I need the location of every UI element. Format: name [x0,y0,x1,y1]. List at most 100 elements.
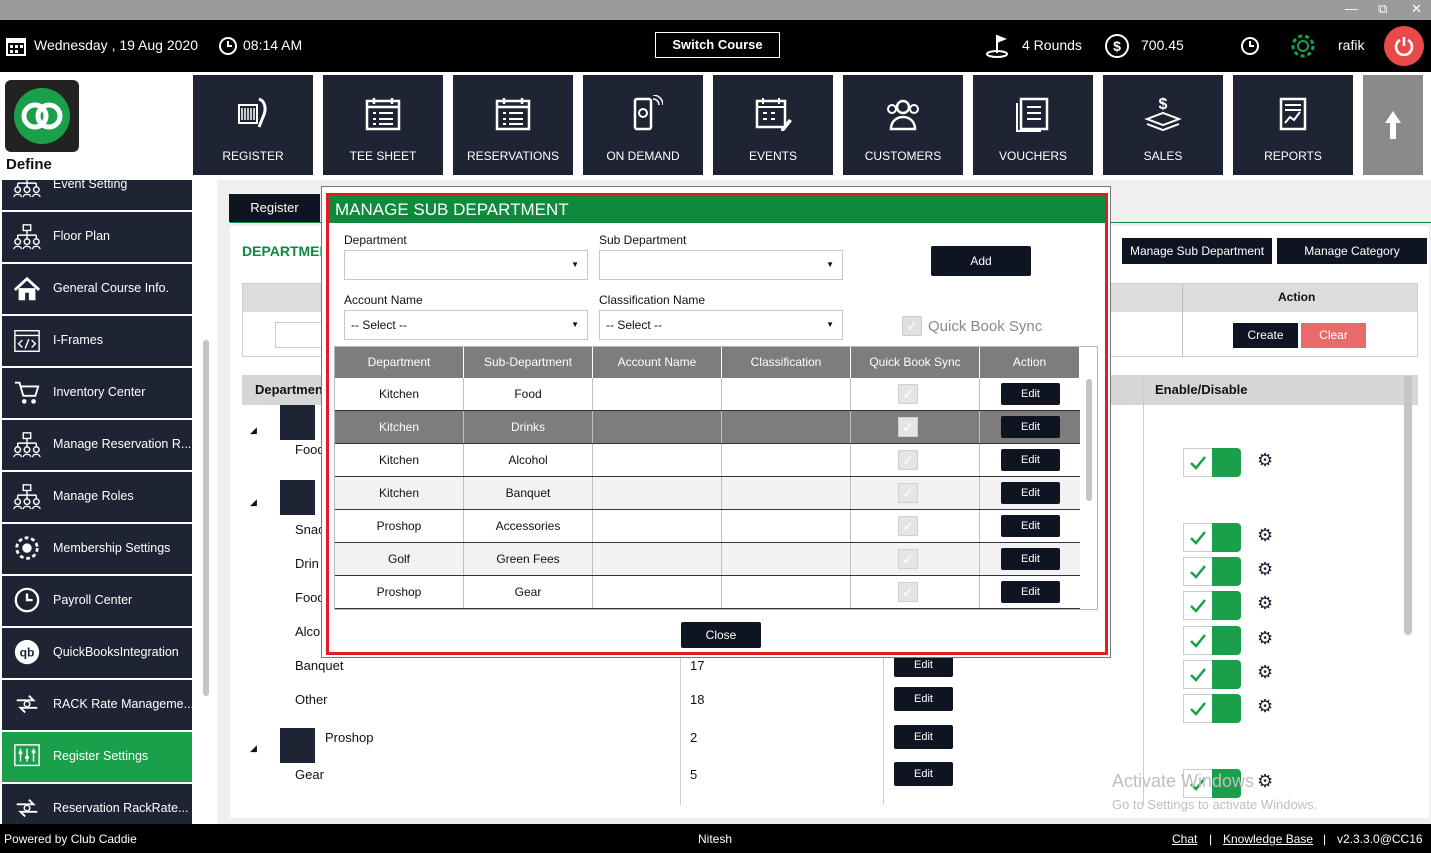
sync-checkbox[interactable]: ✓ [898,582,918,602]
edit-button[interactable]: Edit [1001,581,1060,603]
enable-toggle[interactable] [1183,523,1241,552]
nav-sales-button[interactable]: $ SALES [1103,75,1223,175]
expand-arrow-icon[interactable]: ◢ [250,743,257,754]
enable-toggle[interactable] [1183,557,1241,586]
sidebar-item-floor-plan[interactable]: Floor Plan [2,212,192,262]
sync-checkbox[interactable]: ✓ [898,384,918,404]
close-button[interactable]: Close [681,622,761,648]
minimize-button[interactable]: — [1345,1,1358,16]
dept-edit-button[interactable]: Edit [894,687,953,711]
edit-button[interactable]: Edit [1001,383,1060,405]
sync-checkbox[interactable]: ✓ [898,417,918,437]
department-select[interactable]: ▼ [344,250,588,280]
cell-dept: Kitchen [335,477,464,509]
edit-button[interactable]: Edit [1001,416,1060,438]
table-row[interactable]: Proshop Gear ✓ Edit [335,576,1080,609]
gear-icon[interactable]: ⚙ [1257,771,1273,792]
nav-events-button[interactable]: EVENTS [713,75,833,175]
nav-register-button[interactable]: REGISTER [193,75,313,175]
expand-arrow-icon[interactable]: ◢ [250,425,257,436]
manage-category-button[interactable]: Manage Category [1277,238,1427,264]
nav-tee-sheet-button[interactable]: TEE SHEET [323,75,443,175]
gear-icon[interactable]: ⚙ [1257,593,1273,614]
enable-toggle[interactable] [1183,660,1241,689]
table-scrollbar[interactable] [1404,375,1412,635]
quick-book-sync-checkbox[interactable]: ✓ [902,316,922,336]
sync-checkbox[interactable]: ✓ [898,516,918,536]
restore-button[interactable]: ⧉ [1378,1,1387,17]
name-input[interactable] [275,322,325,348]
sidebar-item-manage-reservation-r[interactable]: Manage Reservation R... [2,420,192,470]
modal-table-scrollbar[interactable] [1086,379,1092,501]
enable-toggle[interactable] [1183,626,1241,655]
chat-link[interactable]: Chat [1172,832,1197,846]
sidebar-item-i-frames[interactable]: I-Frames [2,316,192,366]
nav-customers-button[interactable]: CUSTOMERS [843,75,963,175]
sidebar-item-event-setting[interactable]: Event Setting [2,180,192,210]
gear-icon[interactable]: ⚙ [1257,696,1273,717]
user-name[interactable]: rafik [1338,37,1364,53]
cell-sub: Gear [464,576,593,608]
footer-separator: | [1209,832,1213,846]
sidebar-scrollbar[interactable] [203,340,209,696]
nav-vouchers-button[interactable]: VOUCHERS [973,75,1093,175]
power-button[interactable] [1384,26,1424,66]
sidebar-item-quickbooksintegration[interactable]: qb QuickBooksIntegration [2,628,192,678]
sidebar-item-general-course-info[interactable]: General Course Info. [2,264,192,314]
edit-button[interactable]: Edit [1001,515,1060,537]
account-name-select[interactable]: -- Select -- ▼ [344,310,588,340]
switch-course-button[interactable]: Switch Course [655,32,780,58]
sync-checkbox[interactable]: ✓ [898,549,918,569]
table-row[interactable]: Kitchen Food ✓ Edit [335,378,1080,411]
tab-register[interactable]: Register [229,194,320,222]
sub-department-table: Department Sub-Department Account Name Clas… [334,346,1098,610]
sidebar-item-manage-roles[interactable]: Manage Roles [2,472,192,522]
create-button[interactable]: Create [1233,323,1298,348]
nav-reports-button[interactable]: REPORTS [1233,75,1353,175]
sidebar-item-register-settings[interactable]: Register Settings [2,732,192,782]
gear-icon[interactable]: ⚙ [1257,628,1273,649]
manage-sub-department-button[interactable]: Manage Sub Department [1122,238,1272,264]
history-clock-icon[interactable] [1240,36,1260,56]
sidebar-item-reservation-rackrate[interactable]: Reservation RackRate... [2,784,192,824]
nav-reservations-button[interactable]: RESERVATIONS [453,75,573,175]
table-row[interactable]: Kitchen Drinks ✓ Edit [335,411,1080,444]
enable-toggle[interactable] [1183,448,1241,477]
dept-edit-button[interactable]: Edit [894,762,953,786]
edit-button[interactable]: Edit [1001,482,1060,504]
add-button[interactable]: Add [931,246,1031,276]
expand-arrow-icon[interactable]: ◢ [250,497,257,508]
enable-toggle[interactable] [1183,694,1241,723]
clear-button[interactable]: Clear [1301,323,1366,348]
gear-icon[interactable]: ⚙ [1257,525,1273,546]
settings-gear-icon[interactable] [1290,33,1316,59]
gear-icon[interactable]: ⚙ [1257,662,1273,683]
edit-button[interactable]: Edit [1001,548,1060,570]
sidebar-item-payroll-center[interactable]: Payroll Center [2,576,192,626]
dept-edit-button[interactable]: Edit [894,725,953,749]
close-window-button[interactable]: ✕ [1411,1,1422,17]
enable-toggle[interactable] [1183,591,1241,620]
sub-department-select[interactable]: ▼ [599,250,843,280]
club-caddie-logo[interactable] [5,80,79,152]
knowledge-base-link[interactable]: Knowledge Base [1223,832,1313,846]
watermark-subtitle: Go to Settings to activate Windows. [1112,797,1318,812]
gear-icon[interactable]: ⚙ [1257,450,1273,471]
sidebar-item-label: Membership Settings [53,541,171,555]
edit-button[interactable]: Edit [1001,449,1060,471]
sidebar-item-inventory-center[interactable]: Inventory Center [2,368,192,418]
gear-icon[interactable]: ⚙ [1257,559,1273,580]
scroll-up-button[interactable] [1363,75,1423,175]
sync-checkbox[interactable]: ✓ [898,450,918,470]
table-row[interactable]: Kitchen Alcohol ✓ Edit [335,444,1080,477]
power-icon [1394,37,1414,57]
classification-name-select[interactable]: -- Select -- ▼ [599,310,843,340]
sidebar-item-membership-settings[interactable]: Membership Settings [2,524,192,574]
table-row[interactable]: Kitchen Banquet ✓ Edit [335,477,1080,510]
table-row[interactable]: Proshop Accessories ✓ Edit [335,510,1080,543]
nav-on-demand-button[interactable]: ON DEMAND [583,75,703,175]
sidebar-item-rack-rate-manageme[interactable]: RACK Rate Manageme... [2,680,194,730]
sub-department-label: Sub Department [599,233,687,247]
sync-checkbox[interactable]: ✓ [898,483,918,503]
table-row[interactable]: Golf Green Fees ✓ Edit [335,543,1080,576]
